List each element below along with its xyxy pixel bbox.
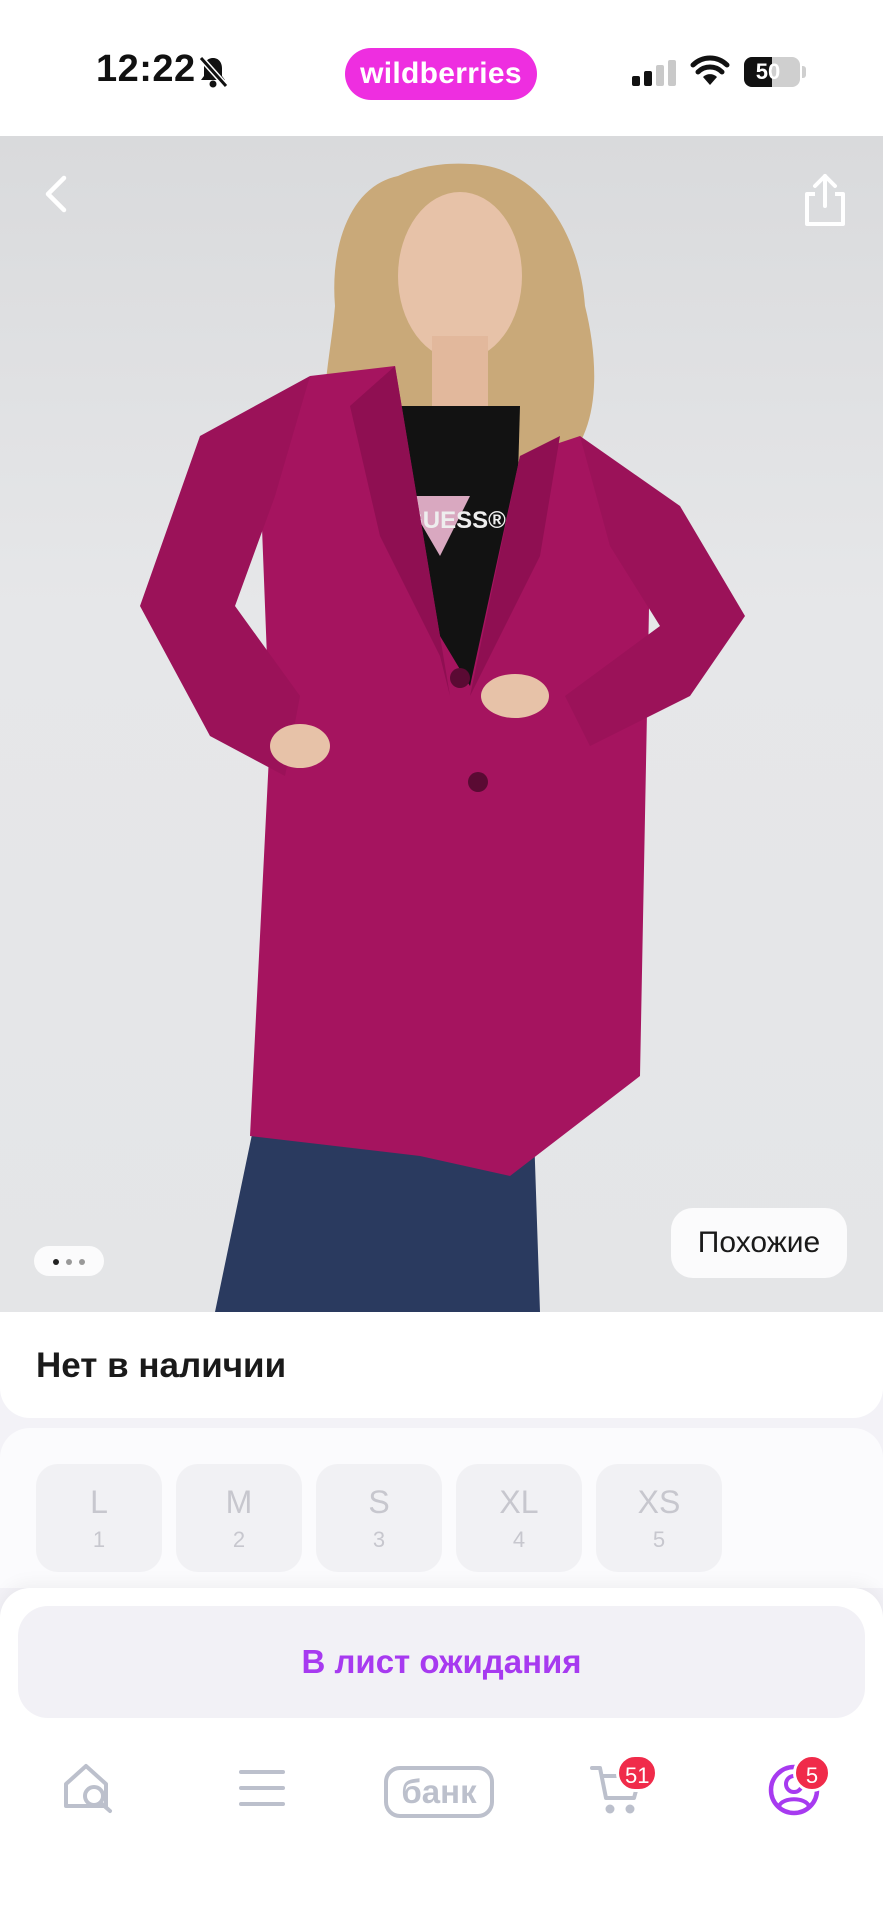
wifi-icon — [690, 55, 730, 92]
status-bar: 12:22 wildberries 50 — [0, 0, 883, 136]
size-label: XL — [499, 1484, 539, 1520]
signal-icon — [632, 60, 676, 91]
size-option-xs[interactable]: XS 5 — [596, 1464, 722, 1572]
status-time: 12:22 — [96, 48, 196, 90]
similar-button[interactable]: Похожие — [671, 1208, 847, 1278]
size-number: 1 — [92, 1527, 106, 1552]
product-photo[interactable]: GUESS® — [0, 136, 883, 1312]
bell-muted-icon — [198, 55, 229, 94]
profile-badge: 5 — [793, 1754, 831, 1792]
wildberries-logo: wildberries — [345, 48, 537, 100]
size-label: L — [90, 1484, 108, 1520]
battery-percent: 50 — [755, 59, 781, 84]
size-option-l[interactable]: L 1 — [36, 1464, 162, 1572]
image-pagination — [34, 1246, 104, 1276]
size-number: 5 — [652, 1527, 666, 1552]
size-number: 3 — [372, 1527, 386, 1552]
share-icon[interactable] — [800, 170, 850, 235]
size-number: 4 — [512, 1527, 526, 1552]
pagination-dot — [66, 1259, 72, 1265]
size-label: XS — [637, 1484, 681, 1520]
size-option-xl[interactable]: XL 4 — [456, 1464, 582, 1572]
menu-icon[interactable] — [238, 1766, 286, 1815]
battery-icon: 50 — [744, 57, 800, 87]
home-search-icon[interactable] — [60, 1758, 116, 1819]
size-number: 2 — [232, 1527, 246, 1552]
pagination-dot — [79, 1259, 85, 1265]
waitlist-button[interactable]: В лист ожидания — [18, 1606, 865, 1718]
pagination-dot-active — [53, 1259, 59, 1265]
size-label: S — [368, 1484, 390, 1520]
size-option-s[interactable]: S 3 — [316, 1464, 442, 1572]
back-icon[interactable] — [38, 172, 74, 221]
availability-card: Нет в наличии — [0, 1312, 883, 1418]
model-in-coat-illustration: GUESS® — [140, 163, 745, 1312]
size-label: M — [225, 1484, 253, 1520]
bank-button[interactable]: банк — [384, 1766, 494, 1818]
availability-status: Нет в наличии — [36, 1346, 287, 1385]
battery-cap — [802, 66, 806, 78]
size-option-m[interactable]: M 2 — [176, 1464, 302, 1572]
cart-badge: 51 — [616, 1754, 659, 1792]
